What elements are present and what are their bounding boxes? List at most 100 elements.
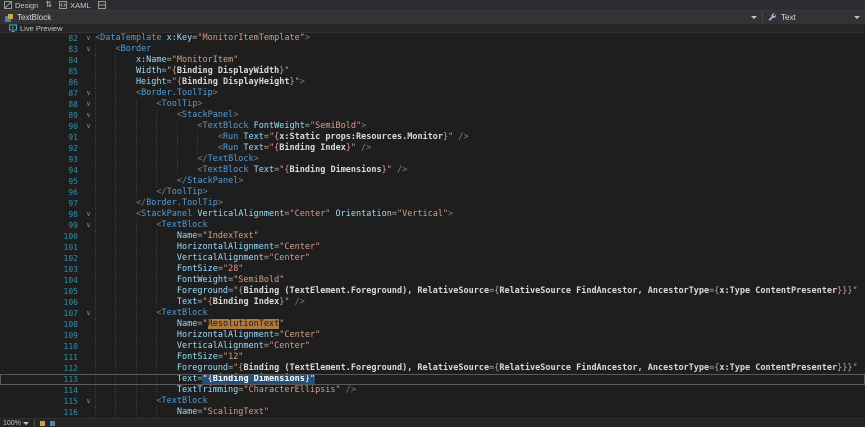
- line-number[interactable]: 116: [0, 407, 82, 418]
- code-line[interactable]: 93</TextBlock>: [0, 154, 865, 165]
- line-number[interactable]: 89: [0, 110, 82, 121]
- code-line[interactable]: 89∨<StackPanel>: [0, 110, 865, 121]
- code-line[interactable]: 98∨<StackPanel VerticalAlignment="Center…: [0, 209, 865, 220]
- code-line[interactable]: 113Text="{Binding Dimensions}": [0, 374, 865, 385]
- code-line[interactable]: 102VerticalAlignment="Center": [0, 253, 865, 264]
- line-number[interactable]: 83: [0, 44, 82, 55]
- code-line[interactable]: 88∨<ToolTip>: [0, 99, 865, 110]
- indent-guide: [156, 121, 176, 132]
- xaml-tab[interactable]: XAML: [59, 1, 90, 10]
- line-number[interactable]: 97: [0, 198, 82, 209]
- code-line[interactable]: 114TextTrimming="CharacterEllipsis" />: [0, 385, 865, 396]
- line-number[interactable]: 104: [0, 275, 82, 286]
- indent-guide: [95, 330, 115, 341]
- fold-spacer: [82, 407, 95, 418]
- line-number[interactable]: 103: [0, 264, 82, 275]
- fold-collapse-icon[interactable]: ∨: [82, 110, 95, 121]
- code-line[interactable]: 111FontSize="12": [0, 352, 865, 363]
- code-line[interactable]: 91<Run Text="{x:Static props:Resources.M…: [0, 132, 865, 143]
- line-number[interactable]: 106: [0, 297, 82, 308]
- code-line[interactable]: 97</Border.ToolTip>: [0, 198, 865, 209]
- fold-collapse-icon[interactable]: ∨: [82, 88, 95, 99]
- line-number[interactable]: 94: [0, 165, 82, 176]
- property-breadcrumb-dropdown[interactable]: Text: [763, 11, 865, 24]
- code-line[interactable]: 106 Text="{Binding Index}" />: [0, 297, 865, 308]
- code-line[interactable]: 101HorizontalAlignment="Center": [0, 242, 865, 253]
- indent-guide: [95, 407, 115, 418]
- code-line[interactable]: 92<Run Text="{Binding Index}" />: [0, 143, 865, 154]
- line-number[interactable]: 98: [0, 209, 82, 220]
- indent-guide: [156, 154, 176, 165]
- line-number[interactable]: 110: [0, 341, 82, 352]
- status-icon[interactable]: [50, 421, 55, 426]
- line-number[interactable]: 112: [0, 363, 82, 374]
- code-line[interactable]: 109HorizontalAlignment="Center": [0, 330, 865, 341]
- fold-collapse-icon[interactable]: ∨: [82, 220, 95, 231]
- fold-collapse-icon[interactable]: ∨: [82, 209, 95, 220]
- line-number[interactable]: 84: [0, 55, 82, 66]
- code-line[interactable]: 85Width="{Binding DisplayWidth}": [0, 66, 865, 77]
- line-number[interactable]: 91: [0, 132, 82, 143]
- line-number[interactable]: 96: [0, 187, 82, 198]
- fold-collapse-icon[interactable]: ∨: [82, 99, 95, 110]
- line-number[interactable]: 82: [0, 33, 82, 44]
- line-number[interactable]: 107: [0, 308, 82, 319]
- code-line[interactable]: 82∨<DataTemplate x:Key="MonitorItemTempl…: [0, 33, 865, 44]
- line-number[interactable]: 86: [0, 77, 82, 88]
- fold-collapse-icon[interactable]: ∨: [82, 33, 95, 44]
- line-number[interactable]: 108: [0, 319, 82, 330]
- health-indicator-icon[interactable]: [40, 421, 45, 426]
- code-line[interactable]: 110VerticalAlignment="Center": [0, 341, 865, 352]
- code-line[interactable]: 104FontWeight="SemiBold": [0, 275, 865, 286]
- code-line[interactable]: 96</ToolTip>: [0, 187, 865, 198]
- code-line[interactable]: 103FontSize="28": [0, 264, 865, 275]
- line-number[interactable]: 115: [0, 396, 82, 407]
- line-number[interactable]: 109: [0, 330, 82, 341]
- code-line[interactable]: 107∨<TextBlock: [0, 308, 865, 319]
- code-line[interactable]: 99∨<TextBlock: [0, 220, 865, 231]
- code-line[interactable]: 112Foreground="{Binding (TextElement.For…: [0, 363, 865, 374]
- line-number[interactable]: 90: [0, 121, 82, 132]
- fold-collapse-icon[interactable]: ∨: [82, 308, 95, 319]
- indent-guide: [95, 77, 115, 88]
- code-line[interactable]: 105Foreground="{Binding (TextElement.For…: [0, 286, 865, 297]
- line-number[interactable]: 111: [0, 352, 82, 363]
- split-view-icon[interactable]: [98, 1, 106, 9]
- line-number[interactable]: 95: [0, 176, 82, 187]
- code-line[interactable]: 108Name="ResolutionText": [0, 319, 865, 330]
- code-line[interactable]: 83∨<Border: [0, 44, 865, 55]
- line-number[interactable]: 93: [0, 154, 82, 165]
- code-line[interactable]: 94<TextBlock Text="{Binding Dimensions}"…: [0, 165, 865, 176]
- line-number[interactable]: 85: [0, 66, 82, 77]
- line-number[interactable]: 87: [0, 88, 82, 99]
- code-line[interactable]: 90∨<TextBlock FontWeight="SemiBold">: [0, 121, 865, 132]
- code-line[interactable]: 86Height="{Binding DisplayHeight}">: [0, 77, 865, 88]
- code-line[interactable]: 115∨<TextBlock: [0, 396, 865, 407]
- line-number[interactable]: 113: [0, 374, 82, 385]
- code-line[interactable]: 100Name="IndexText": [0, 231, 865, 242]
- code-text: <TextBlock: [95, 396, 865, 407]
- line-number[interactable]: 105: [0, 286, 82, 297]
- code-line[interactable]: 95</StackPanel>: [0, 176, 865, 187]
- code-token: >: [448, 209, 453, 219]
- fold-collapse-icon[interactable]: ∨: [82, 44, 95, 55]
- line-number[interactable]: 114: [0, 385, 82, 396]
- code-text: Text="{Binding Index}" />: [95, 297, 865, 308]
- fold-collapse-icon[interactable]: ∨: [82, 121, 95, 132]
- live-preview-label[interactable]: Live Preview: [20, 24, 63, 33]
- code-line[interactable]: 84x:Name="MonitorItem": [0, 55, 865, 66]
- code-line[interactable]: 87∨<Border.ToolTip>: [0, 88, 865, 99]
- code-line[interactable]: 116Name="ScalingText": [0, 407, 865, 418]
- line-number[interactable]: 99: [0, 220, 82, 231]
- line-number[interactable]: 92: [0, 143, 82, 154]
- line-number[interactable]: 102: [0, 253, 82, 264]
- element-breadcrumb-dropdown[interactable]: TextBlock: [0, 11, 762, 24]
- line-number[interactable]: 101: [0, 242, 82, 253]
- line-number[interactable]: 100: [0, 231, 82, 242]
- swap-panes-icon[interactable]: ⇅: [45, 1, 52, 9]
- line-number[interactable]: 88: [0, 99, 82, 110]
- fold-collapse-icon[interactable]: ∨: [82, 396, 95, 407]
- code-editor[interactable]: 82∨<DataTemplate x:Key="MonitorItemTempl…: [0, 33, 865, 418]
- design-tab[interactable]: Design: [4, 1, 38, 10]
- zoom-control[interactable]: 100%: [3, 420, 29, 427]
